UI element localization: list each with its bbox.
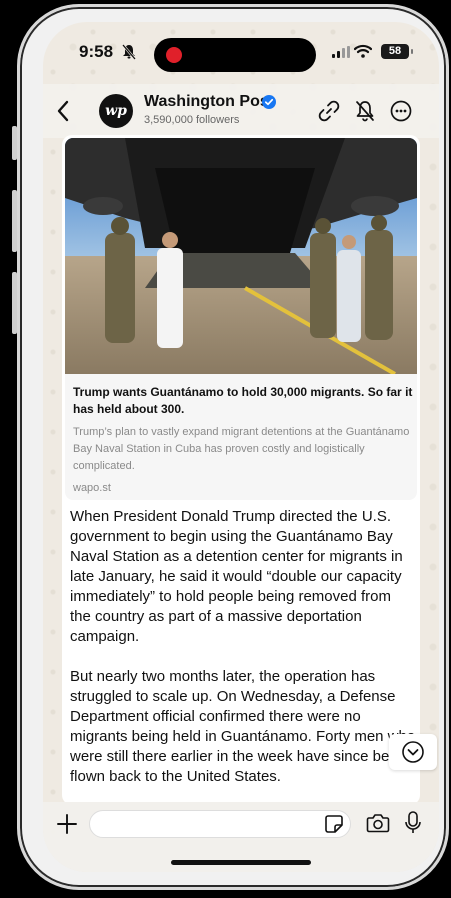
link-preview-description: Trump’s plan to vastly expand migrant de… — [73, 426, 410, 472]
message-bubble[interactable]: Trump wants Guantánamo to hold 30,000 mi… — [62, 135, 420, 805]
chevron-down-circle-icon — [402, 741, 424, 763]
verified-badge-icon — [262, 95, 276, 109]
phone-side-button — [12, 126, 17, 160]
channel-header: wp Washington Post 3,590,000 followers — [43, 84, 439, 138]
article-photo — [65, 138, 417, 374]
phone-side-button — [12, 190, 17, 252]
link-preview-title: Trump wants Guantánamo to hold 30,000 mi… — [73, 385, 413, 416]
cellular-signal-icon — [332, 46, 350, 58]
link-preview-domain: wapo.st — [73, 482, 111, 494]
bell-off-icon[interactable] — [353, 99, 377, 123]
message-paragraph: But nearly two months later, the operati… — [70, 668, 416, 785]
dynamic-island — [154, 38, 316, 72]
status-bar: 9:58 58 — [43, 22, 439, 84]
message-input[interactable] — [89, 810, 351, 838]
follower-count: 3,590,000 followers — [144, 114, 240, 126]
back-chevron-icon[interactable] — [53, 98, 75, 124]
status-time: 9:58 — [79, 42, 114, 61]
message-paragraph: When President Donald Trump directed the… — [70, 508, 403, 645]
wifi-icon — [354, 44, 372, 58]
screen: 9:58 58 wp Washington Post 3,590,000 fol… — [43, 22, 439, 872]
plus-icon[interactable] — [55, 812, 79, 836]
recording-dot-icon — [166, 47, 182, 63]
channel-avatar[interactable]: wp — [99, 94, 133, 128]
battery-level: 58 — [388, 45, 402, 57]
link-icon[interactable] — [317, 99, 341, 123]
composer-bar — [43, 802, 439, 872]
more-icon[interactable] — [389, 99, 413, 123]
link-preview-card[interactable]: Trump wants Guantánamo to hold 30,000 mi… — [65, 138, 417, 500]
bell-slash-icon — [122, 44, 136, 60]
avatar-logo: wp — [105, 103, 127, 119]
battery-icon: 58 — [381, 44, 413, 59]
phone-side-button — [12, 272, 17, 334]
home-indicator[interactable] — [171, 860, 311, 865]
channel-name[interactable]: Washington Post — [144, 93, 274, 111]
sticker-icon[interactable] — [324, 814, 344, 834]
message-text: When President Donald Trump directed the… — [70, 507, 416, 805]
microphone-icon[interactable] — [404, 810, 422, 836]
scroll-to-bottom-button[interactable] — [389, 734, 437, 770]
camera-icon[interactable] — [366, 812, 390, 834]
